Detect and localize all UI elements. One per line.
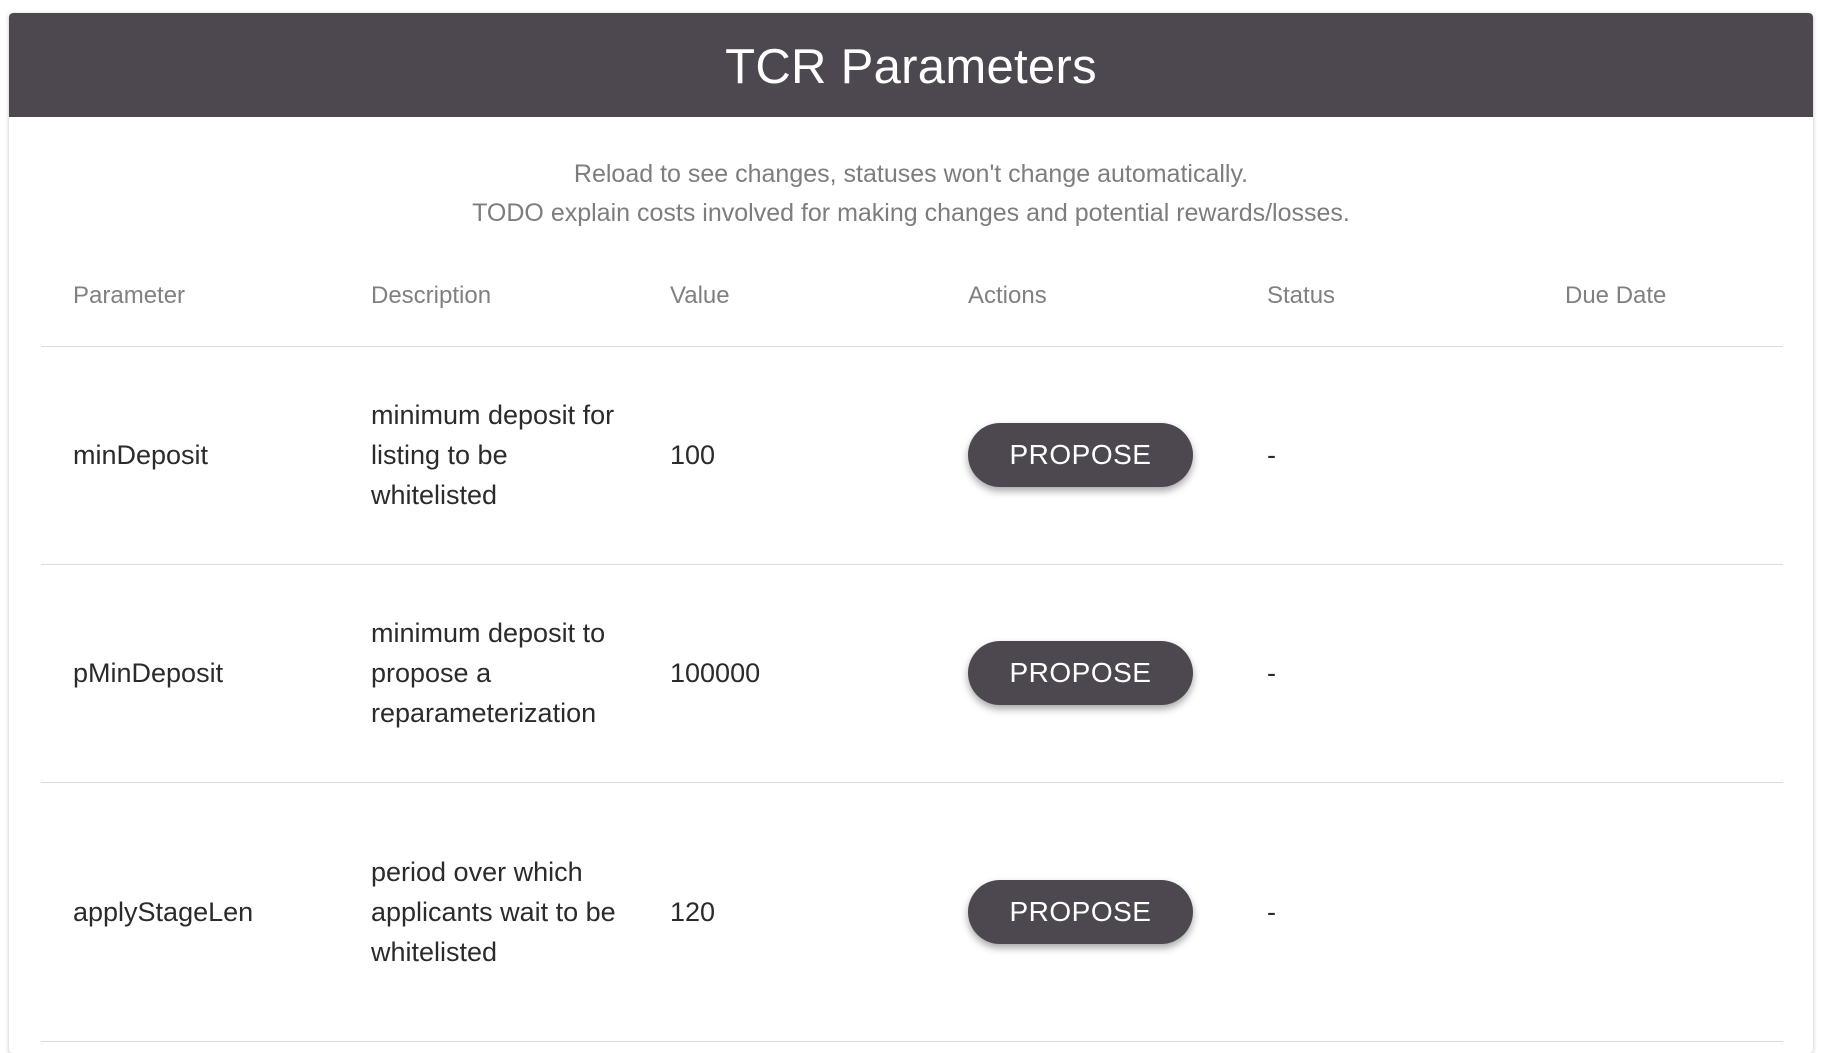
table-header: Parameter Description Value Actions Stat… [41, 244, 1783, 347]
parameter-value: 100000 [638, 564, 936, 783]
due-date-cell [1533, 564, 1783, 783]
parameter-description: minimum deposit for listing to be whitel… [371, 400, 615, 510]
parameter-name: applyStageLen [41, 782, 339, 1042]
table-row: applyStageLen period over which applican… [41, 782, 1783, 1042]
table-row: minDeposit minimum deposit for listing t… [41, 346, 1783, 565]
parameter-value: 120 [638, 782, 936, 1042]
column-header-actions: Actions [936, 244, 1235, 347]
due-date-cell [1533, 782, 1783, 1042]
parameter-value: 100 [638, 346, 936, 565]
due-date-cell [1533, 346, 1783, 565]
status-cell: - [1235, 346, 1533, 565]
tcr-parameters-card: TCR Parameters Reload to see changes, st… [9, 13, 1813, 1053]
parameters-table: Parameter Description Value Actions Stat… [41, 244, 1783, 1042]
page-title: TCR Parameters [725, 40, 1097, 94]
column-header-parameter: Parameter [41, 244, 339, 347]
propose-button[interactable]: PROPOSE [968, 879, 1193, 944]
reload-note: Reload to see changes, statuses won't ch… [573, 160, 1249, 188]
parameter-description: period over which applicants wait to be … [371, 856, 616, 967]
status-cell: - [1235, 564, 1533, 783]
table-row: pMinDeposit minimum deposit to propose a… [41, 564, 1783, 783]
column-header-description: Description [339, 244, 638, 347]
propose-button[interactable]: PROPOSE [968, 423, 1193, 487]
card-header: TCR Parameters [9, 13, 1813, 117]
parameter-description: minimum deposit to propose a reparameter… [371, 618, 606, 728]
column-header-status: Status [1235, 244, 1533, 347]
todo-note: TODO explain costs involved for making c… [472, 199, 1350, 227]
column-header-due-date: Due Date [1533, 244, 1783, 347]
propose-button[interactable]: PROPOSE [968, 641, 1193, 705]
parameter-name: minDeposit [41, 346, 339, 565]
column-header-value: Value [638, 244, 936, 347]
status-cell: - [1235, 782, 1533, 1042]
parameter-name: pMinDeposit [41, 564, 339, 783]
parameters-table-wrapper: Parameter Description Value Actions Stat… [41, 244, 1783, 1042]
info-notes: Reload to see changes, statuses won't ch… [9, 155, 1813, 233]
